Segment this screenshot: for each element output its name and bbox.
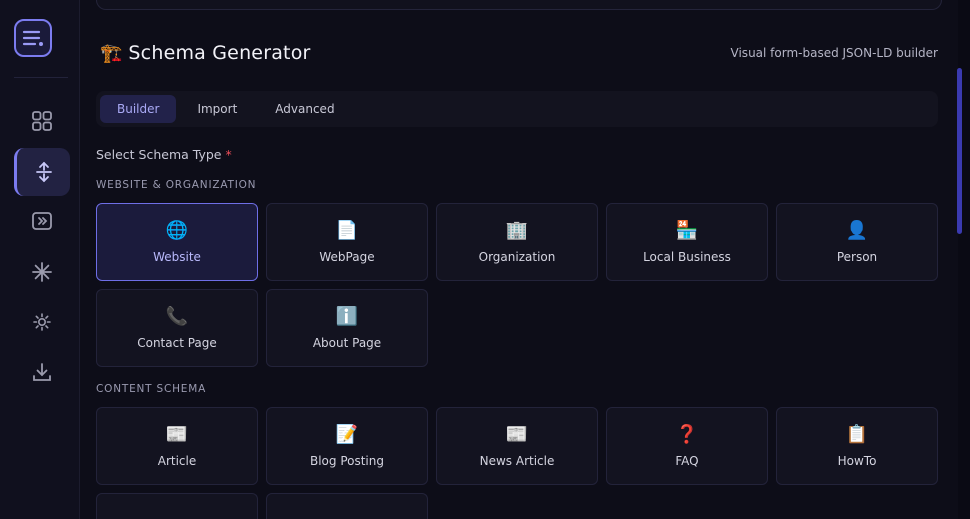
schema-card-howto[interactable]: 📋 HowTo bbox=[776, 407, 938, 485]
app-logo[interactable] bbox=[14, 19, 52, 57]
info-icon: ℹ️ bbox=[335, 305, 359, 327]
schema-type-label: Select Schema Type * bbox=[96, 147, 232, 162]
construction-icon: 🏗️ bbox=[100, 42, 123, 64]
schema-card-local-business[interactable]: 🏪 Local Business bbox=[606, 203, 768, 281]
memo-icon: 📝 bbox=[335, 423, 359, 445]
schema-card-organization[interactable]: 🏢 Organization bbox=[436, 203, 598, 281]
sidebar bbox=[0, 0, 80, 519]
sidebar-item-sparkle[interactable] bbox=[14, 248, 70, 296]
person-icon: 👤 bbox=[845, 219, 869, 241]
required-mark: * bbox=[225, 147, 232, 162]
tab-import[interactable]: Import bbox=[180, 95, 254, 123]
schema-card-blog-posting[interactable]: 📝 Blog Posting bbox=[266, 407, 428, 485]
sidebar-divider bbox=[14, 77, 68, 78]
question-mark-icon: ❓ bbox=[675, 423, 699, 445]
office-building-icon: 🏢 bbox=[505, 219, 529, 241]
list-menu-icon bbox=[22, 30, 43, 46]
schema-card-faq[interactable]: ❓ FAQ bbox=[606, 407, 768, 485]
schema-card-webpage[interactable]: 📄 WebPage bbox=[266, 203, 428, 281]
tab-advanced[interactable]: Advanced bbox=[258, 95, 351, 123]
page-icon: 📄 bbox=[335, 219, 359, 241]
sidebar-item-export[interactable] bbox=[14, 348, 70, 396]
forward-box-icon bbox=[32, 212, 52, 230]
schema-card-article[interactable]: 📰 Article bbox=[96, 407, 258, 485]
page-subtitle: Visual form-based JSON-LD builder bbox=[730, 46, 938, 60]
grid-icon bbox=[32, 111, 52, 131]
sidebar-item-dashboard[interactable] bbox=[14, 97, 70, 145]
tab-bar: Builder Import Advanced bbox=[96, 91, 938, 127]
asterisk-icon bbox=[32, 262, 52, 282]
newspaper-icon: 📰 bbox=[165, 423, 189, 445]
sun-gear-icon bbox=[33, 313, 51, 331]
sidebar-item-schema[interactable] bbox=[14, 148, 70, 196]
download-icon bbox=[33, 363, 51, 381]
sidebar-item-redirect[interactable] bbox=[14, 197, 70, 245]
previous-panel-edge bbox=[96, 0, 942, 10]
scrollbar-thumb[interactable] bbox=[957, 68, 962, 234]
globe-icon: 🌐 bbox=[165, 219, 189, 241]
section-title-content-schema: CONTENT SCHEMA bbox=[96, 383, 207, 395]
schema-card-website[interactable]: 🌐 Website bbox=[96, 203, 258, 281]
schema-card-contact-page[interactable]: 📞 Contact Page bbox=[96, 289, 258, 367]
clipboard-icon: 📋 bbox=[845, 423, 869, 445]
schema-card-partial-2[interactable] bbox=[266, 493, 428, 519]
up-down-arrows-icon bbox=[35, 161, 52, 183]
page-title: Schema Generator bbox=[128, 42, 311, 64]
schema-card-person[interactable]: 👤 Person bbox=[776, 203, 938, 281]
store-icon: 🏪 bbox=[675, 219, 699, 241]
schema-card-about-page[interactable]: ℹ️ About Page bbox=[266, 289, 428, 367]
schema-card-news-article[interactable]: 📰 News Article bbox=[436, 407, 598, 485]
telephone-icon: 📞 bbox=[165, 305, 189, 327]
newspaper-icon: 📰 bbox=[505, 423, 529, 445]
page-header: 🏗️ Schema Generator bbox=[100, 42, 311, 64]
tab-builder[interactable]: Builder bbox=[100, 95, 177, 123]
sidebar-item-settings[interactable] bbox=[14, 298, 70, 346]
schema-card-partial-1[interactable] bbox=[96, 493, 258, 519]
section-title-website-organization: WEBSITE & ORGANIZATION bbox=[96, 179, 257, 191]
